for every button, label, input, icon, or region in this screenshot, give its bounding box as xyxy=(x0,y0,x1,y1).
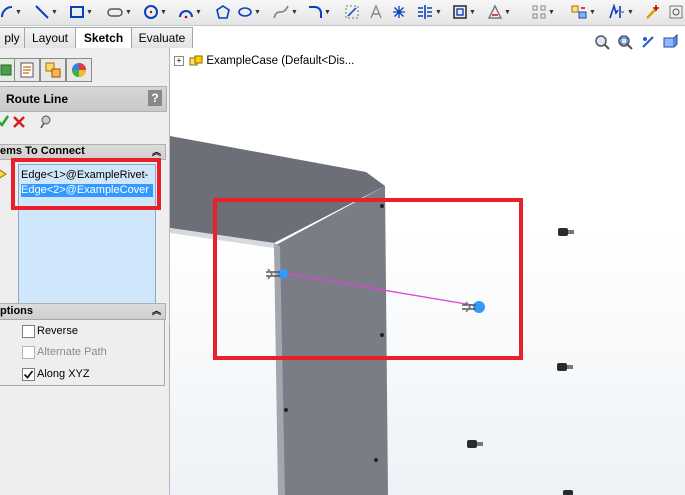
reverse-label: Reverse xyxy=(37,325,78,337)
items-to-connect-label: ems To Connect xyxy=(0,145,85,157)
selection-icon xyxy=(0,167,8,181)
help-button[interactable]: ? xyxy=(148,90,162,106)
add-relation-icon[interactable]: ▼ xyxy=(568,3,598,21)
expand-toggle[interactable]: + xyxy=(174,56,184,66)
display-manager-tab[interactable] xyxy=(66,58,92,82)
centerpoint-arc-icon[interactable]: ▼ xyxy=(177,3,203,21)
alternate-path-checkbox[interactable] xyxy=(22,346,35,359)
zoom-to-fit-icon[interactable] xyxy=(594,34,610,50)
tab-sketch[interactable]: Sketch xyxy=(75,27,132,48)
slot-tool-icon[interactable]: ▼ xyxy=(105,3,133,21)
ellipse-tool-icon[interactable]: ▼ xyxy=(236,3,262,21)
zoom-to-area-icon[interactable] xyxy=(617,34,633,50)
rectangle-tool-icon[interactable]: ▼ xyxy=(68,3,94,21)
alternate-path-label: Alternate Path xyxy=(37,346,107,358)
linear-pattern-icon[interactable]: ▼ xyxy=(530,3,556,21)
section-view-icon[interactable] xyxy=(662,33,678,50)
rivet xyxy=(557,363,573,371)
property-manager-title-bar: Route Line ? xyxy=(0,86,167,112)
point-tool-icon[interactable] xyxy=(390,3,408,21)
property-manager-panel: Route Line ? ems To Connect ︽ Edge<1>@Ex… xyxy=(0,48,170,495)
text-tool-icon[interactable] xyxy=(366,3,386,21)
reverse-checkbox[interactable] xyxy=(22,325,35,338)
assembly-icon xyxy=(189,55,203,67)
options-header[interactable]: ptions ︽ xyxy=(0,303,166,320)
polygon-tool-icon[interactable] xyxy=(214,3,232,21)
along-xyz-label: Along XYZ xyxy=(37,368,90,380)
trim-entities-icon[interactable]: ▼ xyxy=(486,3,512,21)
assembly-name: ExampleCase (Default<Dis... xyxy=(206,55,355,67)
rivet xyxy=(467,440,483,448)
repair-sketch-icon[interactable] xyxy=(666,3,685,21)
ok-button[interactable] xyxy=(0,114,10,128)
arc-tool-icon[interactable]: ▼ xyxy=(0,3,22,21)
rivet-selected-right xyxy=(462,301,485,313)
feature-tree-flyout[interactable]: + ExampleCase (Default<Dis... xyxy=(174,55,354,67)
graphics-area[interactable] xyxy=(170,48,685,495)
previous-view-icon[interactable] xyxy=(640,34,656,50)
mirror-entities-icon[interactable]: ▼ xyxy=(414,3,444,21)
collapse-icon[interactable]: ︽ xyxy=(152,304,161,317)
tab-evaluate[interactable]: Evaluate xyxy=(131,27,193,48)
spline-tool-icon[interactable]: ▼ xyxy=(270,3,300,21)
pushpin-icon[interactable] xyxy=(38,114,54,130)
display-relations-icon[interactable]: ▼ xyxy=(606,3,636,21)
page-title: Route Line xyxy=(6,92,68,106)
tab-layout[interactable]: Layout xyxy=(24,27,76,48)
sketch-toolbar: ▼ ▼ ▼ ▼ ▼ ▼ ▼ ▼ ▼ ▼ ▼ ▼ ▼ ▼ ▼ xyxy=(0,0,685,26)
highlight-box xyxy=(11,158,161,210)
collapse-icon[interactable]: ︽ xyxy=(152,145,161,158)
property-manager-tab[interactable] xyxy=(14,58,40,82)
convert-entities-icon[interactable] xyxy=(342,3,362,21)
circle-tool-icon[interactable]: ▼ xyxy=(142,3,168,21)
rivet xyxy=(563,490,573,495)
options-label: ptions xyxy=(0,305,33,317)
along-xyz-checkbox[interactable] xyxy=(22,368,35,381)
cancel-button[interactable] xyxy=(12,115,26,129)
rivet xyxy=(558,228,574,236)
command-manager-tabs: ply Layout Sketch Evaluate xyxy=(0,27,685,48)
configuration-manager-tab[interactable] xyxy=(40,58,66,82)
rapid-sketch-icon[interactable] xyxy=(644,3,662,21)
tab-assembly[interactable]: ply xyxy=(0,27,26,48)
offset-entities-icon[interactable]: ▼ xyxy=(450,3,478,21)
fillet-tool-icon[interactable]: ▼ xyxy=(306,3,332,21)
line-tool-icon[interactable]: ▼ xyxy=(33,3,59,21)
